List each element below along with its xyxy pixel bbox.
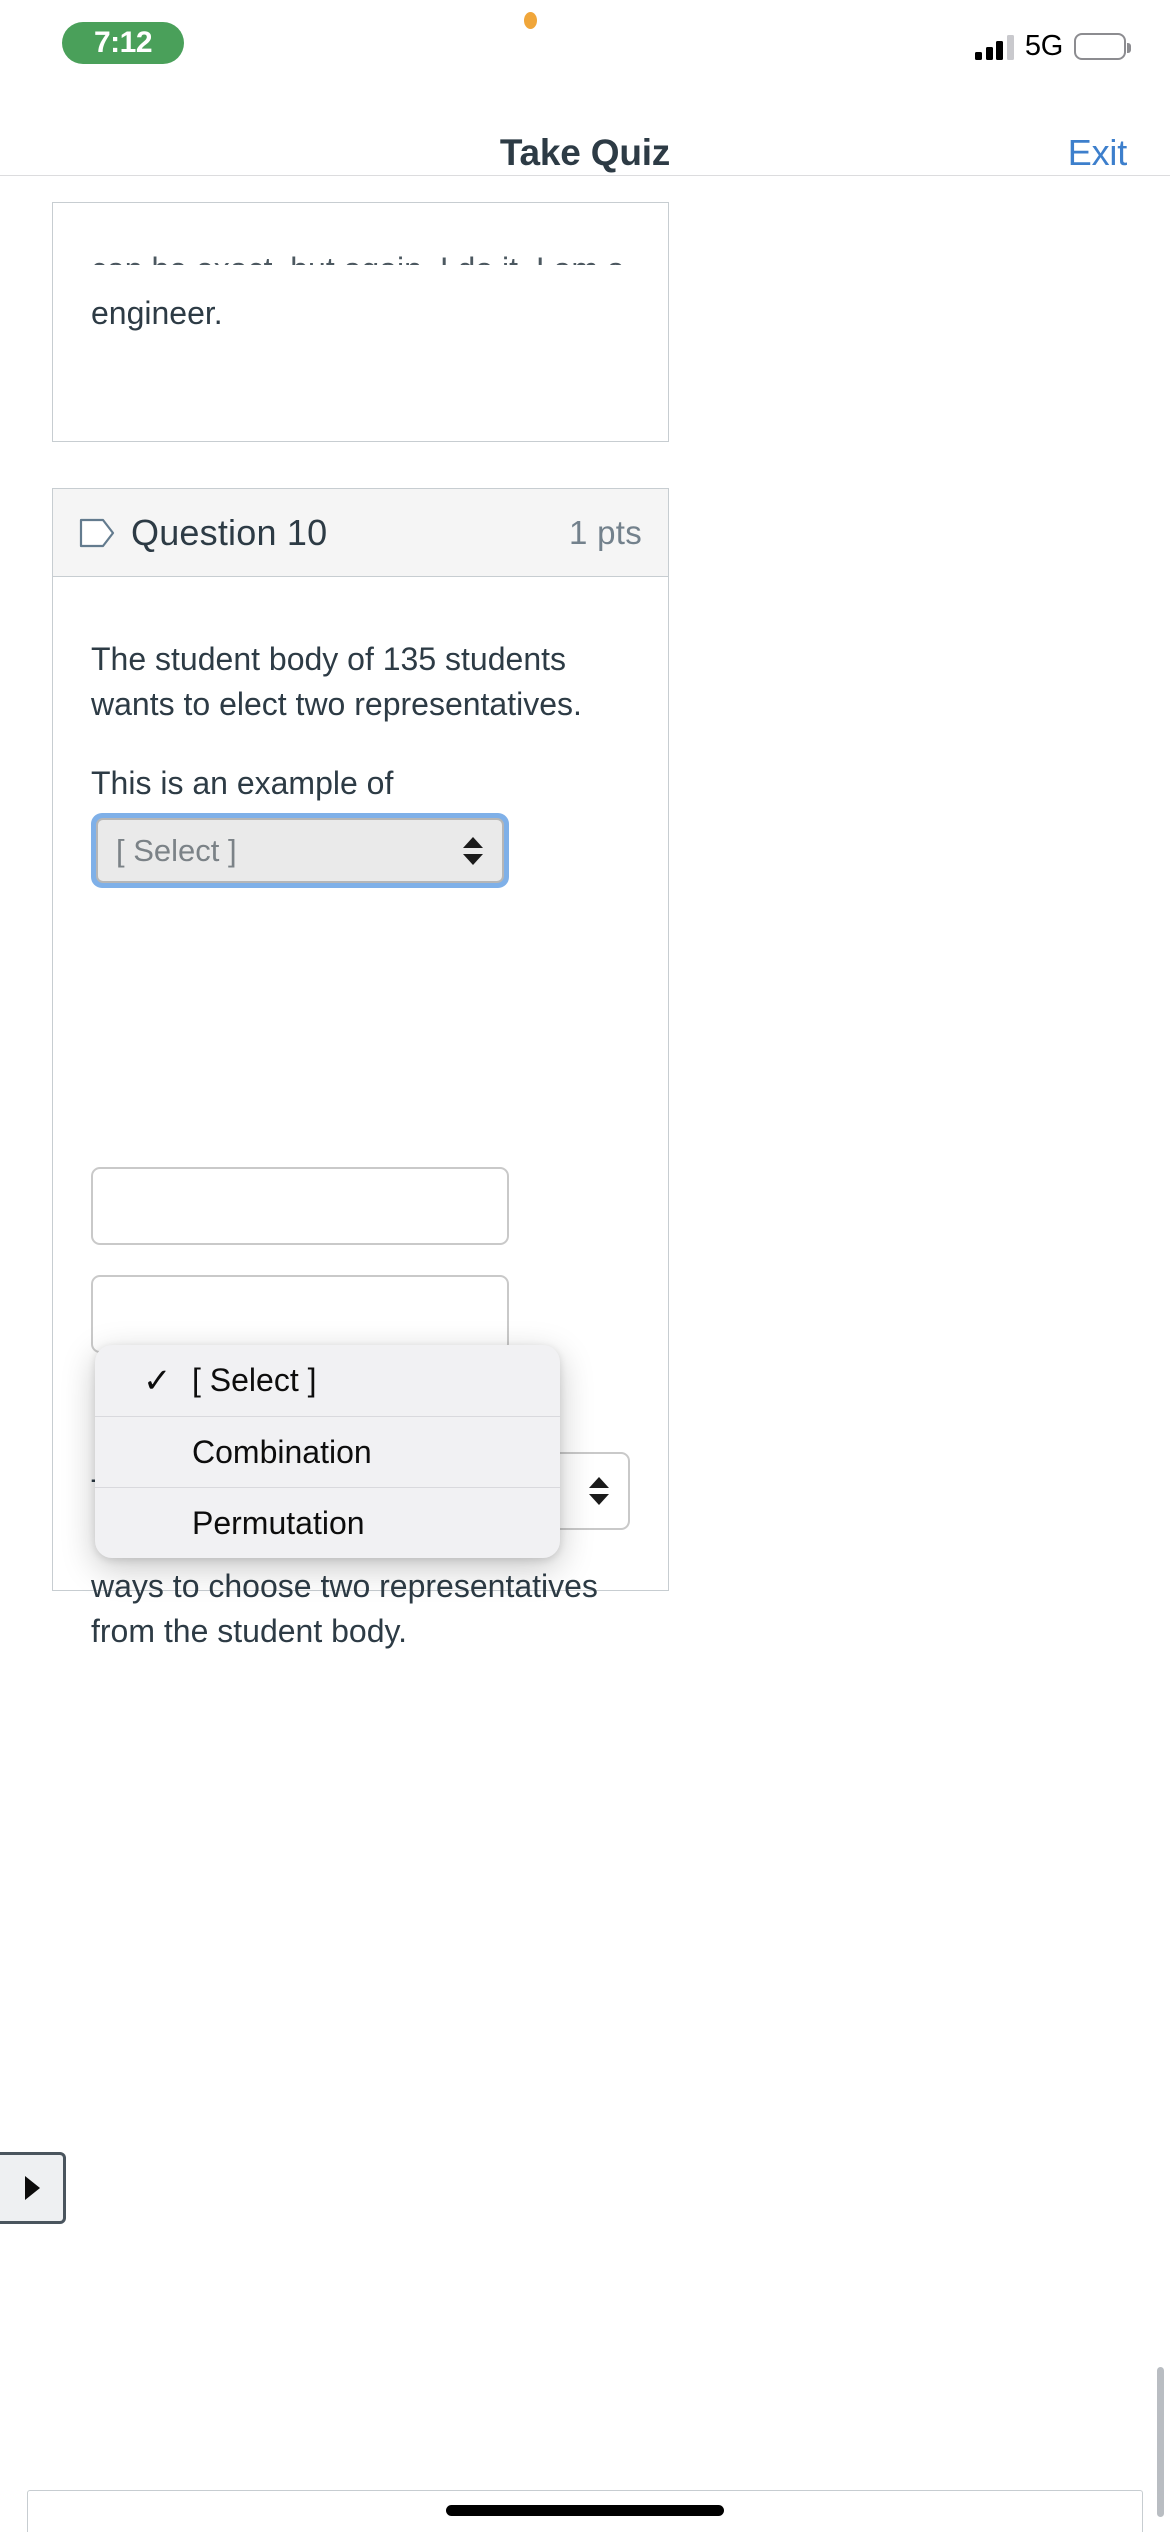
status-time-label: 7:12	[93, 26, 153, 59]
nav-bar: Take Quiz Exit	[0, 100, 1170, 176]
dropdown-option-combination[interactable]: Combination	[95, 1416, 560, 1487]
home-indicator[interactable]	[446, 2505, 724, 2516]
previous-question-text: engineer.	[91, 295, 223, 331]
question-paragraph-4: ways to choose two representatives from …	[91, 1568, 598, 1650]
privacy-indicator-dot	[524, 12, 537, 29]
status-time-pill[interactable]: 7:12	[62, 22, 184, 64]
next-field-button[interactable]	[0, 2152, 66, 2224]
previous-question-clipped-text: can be exact, but again, I do it, I am a	[91, 247, 631, 265]
dropdown-option-select[interactable]: ✓ [ Select ]	[95, 1345, 560, 1416]
answer-select-1[interactable]: [ Select ]	[96, 818, 504, 884]
dropdown-option-label: [ Select ]	[192, 1362, 317, 1398]
cellular-signal-icon	[975, 34, 1014, 60]
battery-icon	[1074, 33, 1131, 60]
answer-select-1-focus-ring: [ Select ]	[91, 813, 509, 889]
question-paragraph-1: The student body of 135 students wants t…	[91, 641, 582, 722]
network-type-label: 5G	[1024, 30, 1063, 62]
quiz-scroll-area[interactable]: can be exact, but again, I do it, I am a…	[0, 177, 1170, 2532]
dropdown-option-permutation[interactable]: Permutation	[95, 1487, 560, 1558]
play-triangle-right-icon	[24, 2176, 40, 2200]
status-right-cluster: 5G	[975, 30, 1131, 63]
chevron-updown-icon	[463, 836, 483, 865]
question-number-label: Question 10	[131, 511, 328, 553]
chevron-updown-icon	[589, 1477, 609, 1506]
status-bar: 7:12 5G	[0, 0, 1170, 100]
question-header: Question 10 1 pts	[53, 489, 668, 577]
answer-select-hidden-b[interactable]	[91, 1275, 509, 1353]
select-dropdown-menu[interactable]: ✓ [ Select ] Combination Permutation	[95, 1345, 560, 1558]
checkmark-icon: ✓	[143, 1361, 172, 1400]
exit-button[interactable]: Exit	[1068, 132, 1127, 174]
previous-question-card: can be exact, but again, I do it, I am a…	[52, 202, 669, 442]
dropdown-option-label: Permutation	[192, 1504, 365, 1541]
question-flag-icon	[79, 518, 115, 547]
page-title: Take Quiz	[499, 132, 671, 173]
answer-select-hidden-a[interactable]	[91, 1167, 509, 1245]
question-points-label: 1 pts	[568, 513, 642, 551]
vertical-scrollbar[interactable]	[1157, 2367, 1164, 2517]
answer-select-1-value: [ Select ]	[116, 833, 237, 869]
dropdown-option-label: Combination	[192, 1433, 372, 1470]
question-paragraph-2: This is an example of	[91, 764, 394, 801]
